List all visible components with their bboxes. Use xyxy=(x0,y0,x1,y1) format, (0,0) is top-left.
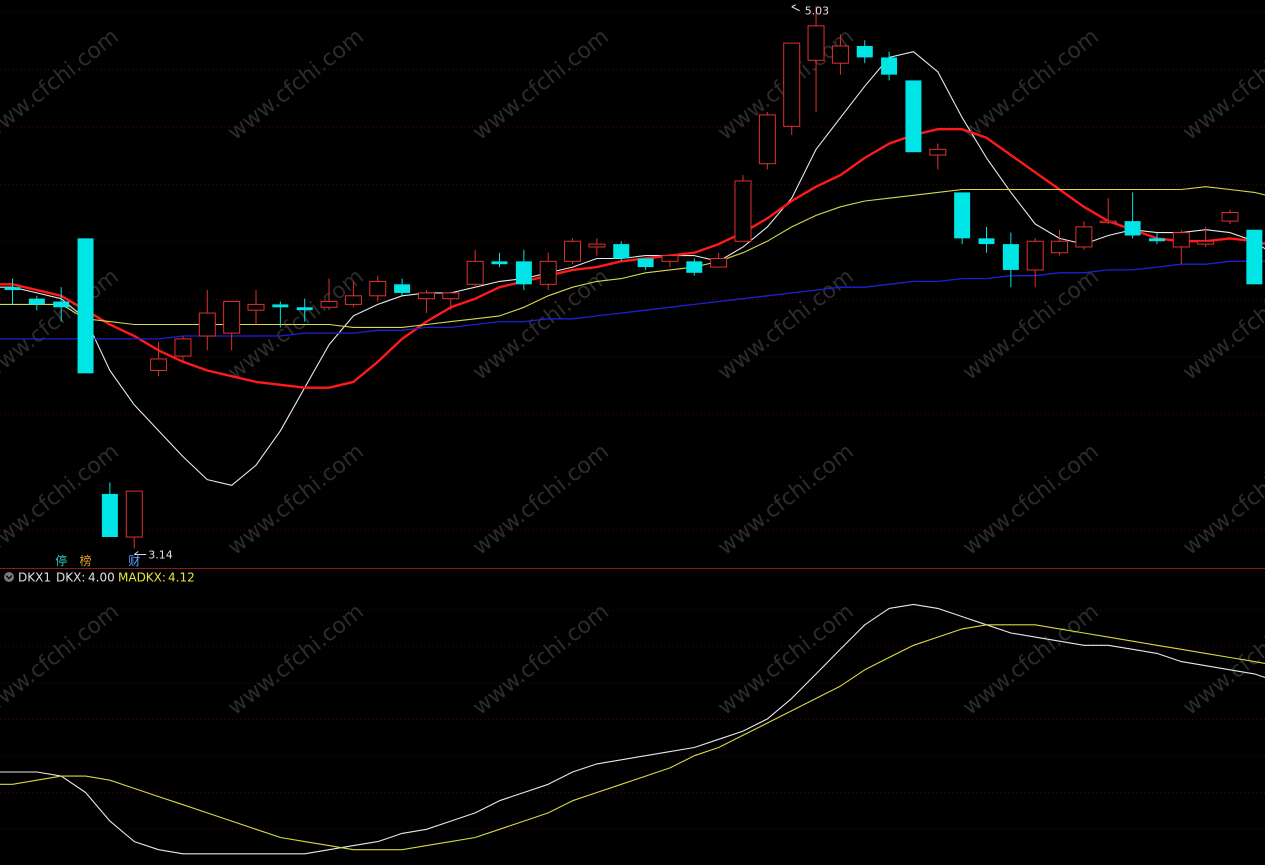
candle-body-down xyxy=(272,304,289,308)
candle-body-up xyxy=(734,180,752,242)
candle-body-up xyxy=(466,260,484,285)
candle-body-up xyxy=(125,490,143,538)
candle-body-up xyxy=(1075,226,1093,248)
candle-body-up xyxy=(758,114,776,165)
candle xyxy=(783,42,801,135)
candle-body-up xyxy=(807,25,825,61)
dkx-label: DKX: xyxy=(56,571,85,585)
candle-body-down xyxy=(515,261,532,285)
candle-body-down xyxy=(394,284,411,293)
candle-body-down xyxy=(1002,244,1019,270)
candle-body-up xyxy=(198,312,216,337)
candle-body-up xyxy=(150,358,168,371)
candle-body-up xyxy=(1051,240,1069,254)
candle-body-up xyxy=(320,301,338,308)
candle-body-down xyxy=(4,287,21,291)
candle-body-up xyxy=(539,260,557,285)
candle-body-up xyxy=(661,255,679,262)
event-marker[interactable]: 榜 xyxy=(80,553,92,568)
candle-body-up xyxy=(417,292,435,300)
stock-chart: www.cfchi.com www.cfchi.com www.cfchi.com w… xyxy=(0,0,1265,865)
madkx-label: MADKX: xyxy=(118,571,166,585)
candle-body-up xyxy=(1221,212,1239,222)
candle-body-up xyxy=(710,257,728,268)
madkx-value: 4.12 xyxy=(168,571,195,585)
candle xyxy=(613,241,630,262)
candle-body-up xyxy=(174,338,192,357)
candle-body-up xyxy=(929,148,947,156)
candle-body-up xyxy=(831,45,849,64)
candle xyxy=(954,192,971,245)
candle-body-down xyxy=(77,238,94,374)
candle-body-up xyxy=(1197,240,1215,245)
low-price-label: 3.14 xyxy=(148,549,173,562)
candle-body-up xyxy=(1026,240,1044,271)
candle-body-up xyxy=(1099,220,1117,224)
candle-body-down xyxy=(613,244,630,259)
candle-body-down xyxy=(978,238,995,245)
indicator-name[interactable]: DKX1 xyxy=(18,571,51,585)
candle-body-down xyxy=(686,261,703,273)
candle xyxy=(1246,229,1263,285)
event-marker[interactable]: 财 xyxy=(128,554,140,568)
candle-body-up xyxy=(1172,232,1190,248)
candle-body-down xyxy=(1246,229,1263,285)
candle-body-up xyxy=(588,243,606,248)
high-price-label: 5.03 xyxy=(805,5,830,18)
candle-body-down xyxy=(954,192,971,239)
candle-body-up xyxy=(223,301,241,334)
candle xyxy=(564,238,582,265)
candle-body-down xyxy=(1148,238,1165,242)
candle-body-down xyxy=(637,258,654,268)
candle-body-up xyxy=(369,280,387,297)
candle xyxy=(905,80,922,153)
candle-body-down xyxy=(856,45,873,58)
candle-body-down xyxy=(101,493,118,538)
candle-body-up xyxy=(564,240,582,262)
candle-body-up xyxy=(344,295,362,305)
candle-body-down xyxy=(28,298,45,305)
candle-body-down xyxy=(905,80,922,153)
candle xyxy=(734,175,752,242)
candle-body-down xyxy=(491,261,508,265)
candle-body-down xyxy=(1124,221,1141,236)
candle-body-up xyxy=(783,42,801,127)
candle-body-down xyxy=(296,307,313,311)
dkx-value: 4.00 xyxy=(88,571,115,585)
candle-body-down xyxy=(53,301,70,308)
chart-background xyxy=(0,0,1265,865)
candle xyxy=(77,238,94,374)
candle-body-down xyxy=(881,57,898,75)
event-marker[interactable]: 停 xyxy=(55,553,67,568)
candle-body-up xyxy=(442,292,460,300)
candle-body-up xyxy=(247,303,265,311)
candle xyxy=(758,112,776,170)
collapse-indicator-icon[interactable] xyxy=(4,572,14,582)
